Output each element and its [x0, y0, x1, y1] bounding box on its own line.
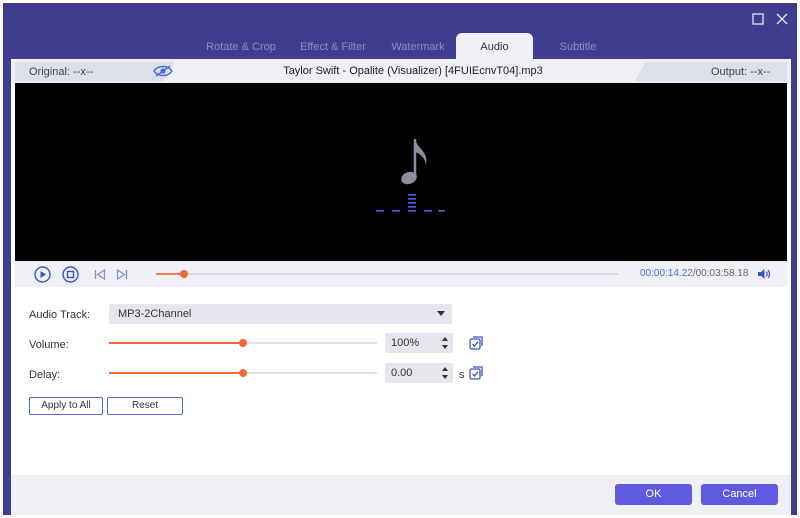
- delay-up-icon[interactable]: [442, 367, 448, 371]
- apply-to-all-button[interactable]: Apply to All: [29, 397, 103, 415]
- delay-unit: s: [459, 369, 465, 381]
- volume-stepper[interactable]: 100%: [385, 333, 453, 353]
- tab-bar: Rotate & Crop Effect & Filter Watermark …: [3, 33, 797, 59]
- tab-effect-filter[interactable]: Effect & Filter: [288, 33, 378, 59]
- dialog-footer: OK Cancel: [11, 475, 791, 515]
- audio-visualizer-icon: [375, 191, 445, 213]
- delay-slider[interactable]: [109, 369, 377, 377]
- volume-down-icon[interactable]: [442, 345, 448, 349]
- next-frame-icon[interactable]: [116, 268, 128, 281]
- music-note-icon: [399, 135, 435, 187]
- audio-track-label: Audio Track:: [29, 309, 91, 321]
- chevron-down-icon: [437, 311, 445, 316]
- apply-delay-all-icon[interactable]: [469, 366, 483, 380]
- volume-slider[interactable]: [109, 339, 377, 347]
- current-time: 00:00:14.22: [640, 268, 693, 279]
- delay-fill: [109, 372, 243, 374]
- playback-controls: 00:00:14.22/00:03:58.18: [15, 261, 787, 287]
- volume-fill: [109, 342, 243, 344]
- output-resolution: Output: --x--: [711, 66, 771, 78]
- apply-volume-all-icon[interactable]: [469, 336, 483, 350]
- audio-track-value: MP3-2Channel: [118, 308, 192, 320]
- file-name: Taylor Swift - Opalite (Visualizer) [4FU…: [283, 65, 543, 77]
- volume-handle[interactable]: [239, 339, 247, 347]
- close-icon[interactable]: [775, 12, 789, 26]
- content-panel: Original: --x-- Taylor Swift - Opalite (…: [11, 59, 791, 475]
- maximize-icon[interactable]: [751, 12, 765, 26]
- play-icon[interactable]: [34, 266, 51, 283]
- title-bar: [3, 3, 797, 33]
- delay-handle[interactable]: [239, 369, 247, 377]
- volume-icon[interactable]: [757, 267, 771, 281]
- timeline-slider[interactable]: [156, 270, 618, 278]
- tab-audio[interactable]: Audio: [456, 33, 533, 59]
- original-resolution: Original: --x--: [29, 66, 94, 78]
- volume-label: Volume:: [29, 339, 69, 351]
- stop-icon[interactable]: [62, 266, 79, 283]
- timeline-track: [156, 273, 618, 275]
- eye-icon[interactable]: [153, 64, 173, 78]
- audio-settings-panel: Audio Track: MP3-2Channel Volume: 100% D…: [15, 287, 787, 475]
- delay-down-icon[interactable]: [442, 375, 448, 379]
- tab-watermark[interactable]: Watermark: [378, 33, 458, 59]
- reset-button[interactable]: Reset: [107, 397, 183, 415]
- ok-button[interactable]: OK: [615, 484, 692, 505]
- delay-label: Delay:: [29, 369, 61, 381]
- file-info-bar: Original: --x-- Taylor Swift - Opalite (…: [11, 59, 791, 83]
- time-display: 00:00:14.22/00:03:58.18: [640, 268, 748, 279]
- delay-value: 0.00: [391, 367, 413, 379]
- volume-up-icon[interactable]: [442, 337, 448, 341]
- previous-frame-icon[interactable]: [94, 268, 106, 281]
- tab-rotate-crop[interactable]: Rotate & Crop: [196, 33, 286, 59]
- cancel-button[interactable]: Cancel: [701, 484, 778, 505]
- editor-window: Rotate & Crop Effect & Filter Watermark …: [3, 3, 797, 515]
- video-preview: [15, 83, 787, 261]
- timeline-handle[interactable]: [179, 270, 188, 278]
- total-time: /00:03:58.18: [692, 268, 749, 279]
- volume-value: 100%: [391, 337, 420, 349]
- audio-track-select[interactable]: MP3-2Channel: [109, 304, 452, 324]
- delay-stepper[interactable]: 0.00: [385, 363, 453, 383]
- tab-subtitle[interactable]: Subtitle: [538, 33, 618, 59]
